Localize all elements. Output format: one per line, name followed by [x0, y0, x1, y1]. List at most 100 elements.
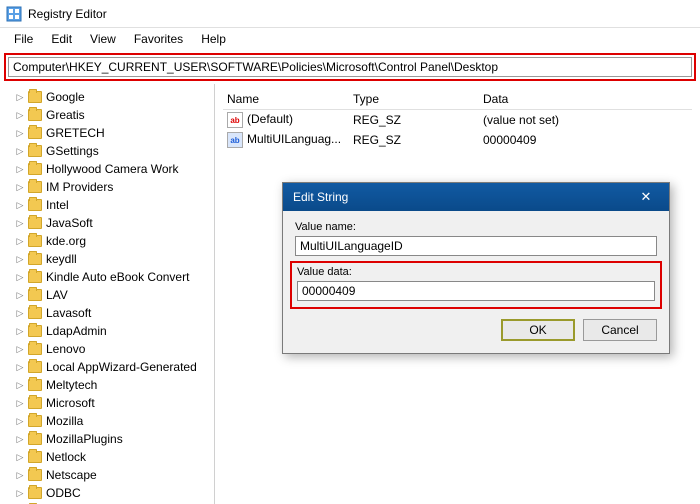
cancel-button[interactable]: Cancel — [583, 319, 657, 341]
folder-icon — [28, 91, 42, 103]
tree-label: ODBC — [46, 486, 81, 500]
window-title: Registry Editor — [28, 7, 107, 21]
list-row[interactable]: ab(Default)REG_SZ(value not set) — [223, 110, 692, 130]
tree-label: Mozilla — [46, 414, 83, 428]
chevron-right-icon[interactable]: ▷ — [14, 415, 26, 427]
col-header-name[interactable]: Name — [223, 92, 353, 106]
tree-item[interactable]: ▷ GSettings — [14, 142, 214, 160]
folder-icon — [28, 199, 42, 211]
regedit-icon — [6, 6, 22, 22]
tree-panel[interactable]: ▷Google▷Greatis▷GRETECH▷GSettings▷Hollyw… — [0, 84, 215, 504]
tree-label: Greatis — [46, 108, 85, 122]
tree-item[interactable]: ▷ Meltytech — [14, 376, 214, 394]
string-value-icon: ab — [227, 112, 243, 128]
menu-edit[interactable]: Edit — [43, 30, 80, 48]
folder-icon — [28, 253, 42, 265]
chevron-right-icon[interactable]: ▷ — [14, 397, 26, 409]
value-data-highlight: Value data: — [290, 261, 662, 309]
chevron-right-icon[interactable]: ▷ — [14, 433, 26, 445]
chevron-right-icon[interactable]: ▷ — [14, 199, 26, 211]
col-header-type[interactable]: Type — [353, 92, 483, 106]
folder-icon — [28, 451, 42, 463]
tree-item[interactable]: ▷JavaSoft — [14, 214, 214, 232]
chevron-right-icon[interactable]: ▷ — [14, 379, 26, 391]
menu-view[interactable]: View — [82, 30, 124, 48]
chevron-right-icon[interactable]: ▷ — [14, 325, 26, 337]
tree-label: Local AppWizard-Generated — [46, 360, 197, 374]
tree-item[interactable]: ▷ ODBC — [14, 484, 214, 502]
folder-icon — [28, 433, 42, 445]
value-data-field[interactable] — [297, 281, 655, 301]
chevron-right-icon[interactable]: ▷ — [14, 451, 26, 463]
chevron-right-icon[interactable]: ▷ — [14, 289, 26, 301]
tree-item[interactable]: ▷ Local AppWizard-Generated — [14, 358, 214, 376]
value-name-field[interactable] — [295, 236, 657, 256]
chevron-right-icon[interactable]: ▷ — [14, 343, 26, 355]
chevron-right-icon[interactable]: ▷ — [14, 487, 26, 499]
chevron-right-icon[interactable]: ▷ — [14, 469, 26, 481]
folder-icon — [28, 307, 42, 319]
chevron-right-icon[interactable]: ▷ — [14, 253, 26, 265]
value-type: REG_SZ — [353, 113, 483, 127]
address-input[interactable] — [8, 57, 692, 77]
folder-icon — [28, 361, 42, 373]
tree-label: LAV — [46, 288, 68, 302]
tree-item[interactable]: ▷ Mozilla — [14, 412, 214, 430]
tree-label: Meltytech — [46, 378, 97, 392]
tree-item[interactable]: ▷ IM Providers — [14, 178, 214, 196]
folder-icon — [28, 343, 42, 355]
tree-item[interactable]: ▷Lavasoft — [14, 304, 214, 322]
chevron-right-icon[interactable]: ▷ — [14, 217, 26, 229]
tree-label: LdapAdmin — [46, 324, 107, 338]
tree-item[interactable]: ▷keydll — [14, 250, 214, 268]
tree-item[interactable]: ▷Netscape — [14, 466, 214, 484]
menubar: File Edit View Favorites Help — [0, 28, 700, 50]
menu-favorites[interactable]: Favorites — [126, 30, 191, 48]
folder-icon — [28, 163, 42, 175]
value-data: (value not set) — [483, 113, 692, 127]
addressbar-highlight — [0, 50, 700, 84]
tree-item[interactable]: ▷Microsoft — [14, 394, 214, 412]
tree-item[interactable]: ▷Hollywood Camera Work — [14, 160, 214, 178]
col-header-data[interactable]: Data — [483, 92, 692, 106]
tree-item[interactable]: ▷MozillaPlugins — [14, 430, 214, 448]
ok-button[interactable]: OK — [501, 319, 575, 341]
chevron-right-icon[interactable]: ▷ — [14, 127, 26, 139]
tree-item[interactable]: ▷Kindle Auto eBook Convert — [14, 268, 214, 286]
chevron-right-icon[interactable]: ▷ — [14, 307, 26, 319]
folder-icon — [28, 487, 42, 499]
tree-label: GSettings — [46, 144, 99, 158]
chevron-right-icon[interactable]: ▷ — [14, 145, 26, 157]
tree-item[interactable]: ▷ Lenovo — [14, 340, 214, 358]
tree-item[interactable]: ▷ LAV — [14, 286, 214, 304]
folder-icon — [28, 235, 42, 247]
chevron-right-icon[interactable]: ▷ — [14, 109, 26, 121]
chevron-right-icon[interactable]: ▷ — [14, 163, 26, 175]
dialog-titlebar[interactable]: Edit String ✕ — [283, 183, 669, 211]
close-icon[interactable]: ✕ — [633, 187, 659, 207]
chevron-right-icon[interactable]: ▷ — [14, 181, 26, 193]
tree-item[interactable]: ▷ Greatis — [14, 106, 214, 124]
list-row[interactable]: abMultiUILanguag...REG_SZ00000409 — [223, 130, 692, 150]
chevron-right-icon[interactable]: ▷ — [14, 91, 26, 103]
folder-icon — [28, 397, 42, 409]
chevron-right-icon[interactable]: ▷ — [14, 271, 26, 283]
folder-icon — [28, 415, 42, 427]
tree-item[interactable]: ▷GRETECH — [14, 124, 214, 142]
menu-help[interactable]: Help — [193, 30, 234, 48]
tree-item[interactable]: ▷Google — [14, 88, 214, 106]
folder-icon — [28, 181, 42, 193]
chevron-right-icon[interactable]: ▷ — [14, 361, 26, 373]
chevron-right-icon[interactable]: ▷ — [14, 235, 26, 247]
tree-item[interactable]: ▷kde.org — [14, 232, 214, 250]
titlebar: Registry Editor — [0, 0, 700, 28]
folder-icon — [28, 271, 42, 283]
tree-label: Lenovo — [46, 342, 85, 356]
tree-item[interactable]: ▷ LdapAdmin — [14, 322, 214, 340]
menu-file[interactable]: File — [6, 30, 41, 48]
tree-item[interactable]: ▷Netlock — [14, 448, 214, 466]
folder-icon — [28, 379, 42, 391]
tree-item[interactable]: ▷Intel — [14, 196, 214, 214]
folder-icon — [28, 145, 42, 157]
tree-label: IM Providers — [46, 180, 113, 194]
